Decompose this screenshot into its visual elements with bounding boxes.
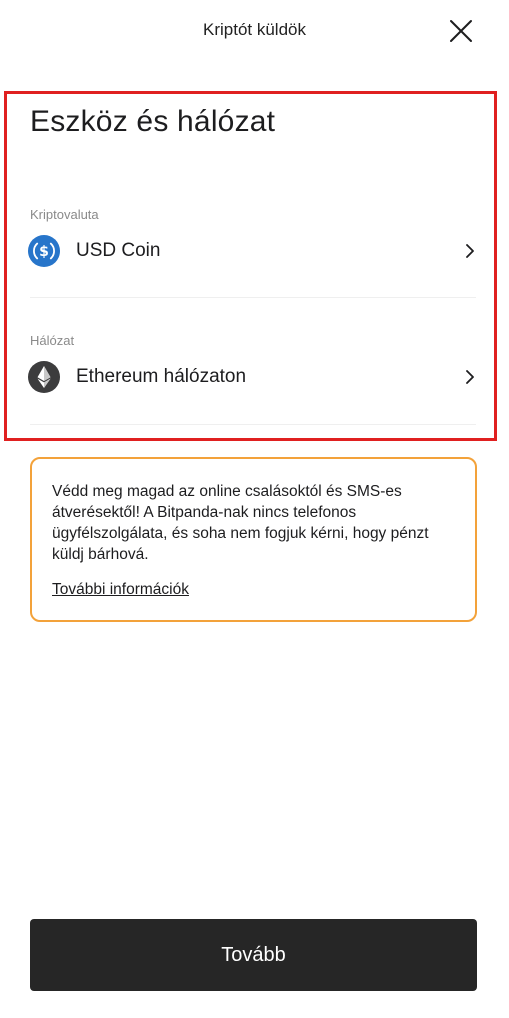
crypto-value: USD Coin [76, 240, 161, 261]
network-selector[interactable]: Ethereum hálózaton [28, 357, 478, 397]
chevron-right-icon [466, 244, 474, 258]
close-button[interactable] [444, 14, 478, 48]
usd-coin-icon: $ [28, 235, 60, 267]
network-value: Ethereum hálózaton [76, 366, 247, 387]
warning-text: Védd meg magad az online csalásoktól és … [52, 483, 429, 563]
divider [30, 424, 476, 425]
header: Kriptót küldök [0, 0, 509, 62]
crypto-selector[interactable]: $ USD Coin [28, 231, 478, 271]
chevron-right-icon [466, 370, 474, 384]
security-warning-card: Védd meg magad az online csalásoktól és … [30, 457, 477, 622]
divider [30, 297, 476, 298]
page-title: Kriptót küldök [203, 20, 306, 39]
ethereum-icon [28, 361, 60, 393]
network-label: Hálózat [30, 333, 75, 348]
crypto-label: Kriptovaluta [30, 207, 99, 222]
svg-text:$: $ [39, 244, 49, 260]
continue-button[interactable]: Tovább [30, 919, 477, 991]
close-icon [450, 20, 472, 42]
more-info-link[interactable]: További információk [52, 581, 189, 599]
section-title: Eszköz és hálózat [30, 105, 276, 138]
